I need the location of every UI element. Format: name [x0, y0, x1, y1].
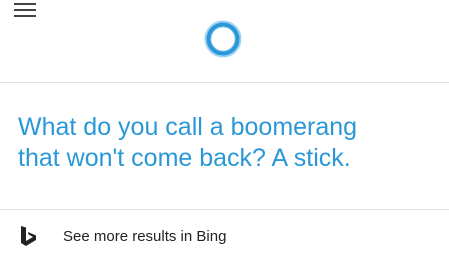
bottom-divider	[0, 209, 449, 210]
see-more-in-bing-link[interactable]: See more results in Bing	[16, 224, 226, 248]
answer-line-1: What do you call a boomerang	[18, 113, 358, 141]
cortana-answer-text: What do you call a boomerang that won't …	[18, 112, 443, 174]
bing-logo-icon	[16, 224, 40, 248]
cortana-circle-icon[interactable]	[204, 20, 242, 58]
bing-link-label: See more results in Bing	[63, 227, 227, 245]
top-divider	[0, 82, 449, 83]
hamburger-menu-icon[interactable]	[14, 3, 36, 17]
answer-line-2: that won't come back? A stick.	[18, 144, 351, 172]
